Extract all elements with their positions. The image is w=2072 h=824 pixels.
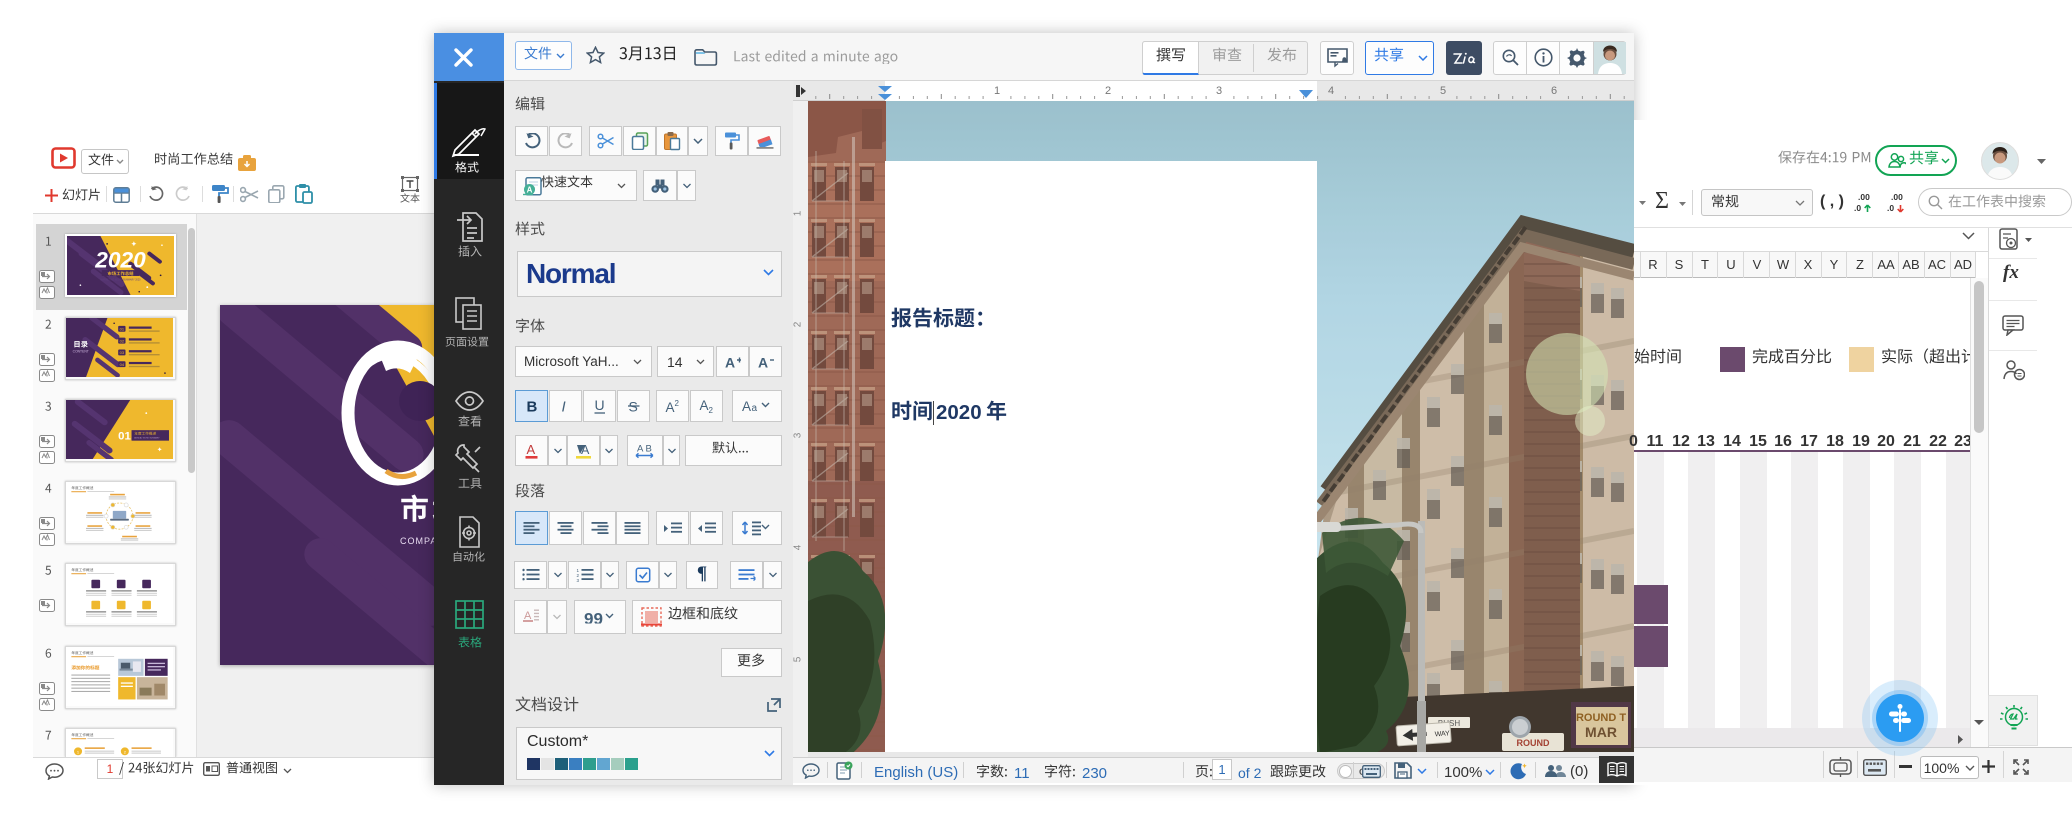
svg-text:2: 2	[674, 399, 679, 408]
svg-text:A: A	[526, 443, 535, 457]
svg-text:01: 01	[118, 430, 131, 442]
svg-text:*: *	[46, 374, 49, 381]
svg-text:CONTENT: CONTENT	[73, 350, 89, 354]
svg-text:02: 02	[120, 338, 124, 343]
svg-text:MARKETING WORK SUMMARY 2020: MARKETING WORK SUMMARY 2020	[101, 279, 142, 282]
svg-text:2020: 2020	[94, 248, 146, 273]
svg-text:I: I	[561, 399, 565, 414]
svg-text:3: 3	[576, 578, 579, 582]
svg-text:B: B	[526, 399, 537, 414]
svg-text:.00: .00	[1858, 192, 1870, 202]
svg-text:a: a	[752, 403, 758, 413]
svg-text:A: A	[758, 355, 768, 368]
svg-text:*: *	[46, 538, 49, 545]
svg-text:*: *	[46, 703, 49, 710]
svg-text:*: *	[46, 291, 49, 298]
svg-text:U: U	[594, 398, 604, 413]
svg-text:.0: .0	[1887, 203, 1894, 213]
svg-text:A: A	[527, 186, 533, 195]
svg-text:2: 2	[124, 749, 126, 754]
svg-text:ANNUAL WORK SUMMARY: ANNUAL WORK SUMMARY	[134, 437, 160, 440]
svg-text:99: 99	[584, 611, 603, 624]
svg-text:A B: A B	[637, 443, 652, 454]
svg-text:*: *	[46, 456, 49, 463]
svg-text:.0: .0	[1854, 203, 1861, 213]
svg-text:A: A	[725, 355, 735, 368]
svg-text:.00: .00	[1891, 192, 1903, 202]
svg-text:A: A	[699, 399, 708, 413]
svg-text:A: A	[581, 443, 590, 457]
svg-text:2: 2	[708, 406, 713, 413]
svg-text:A: A	[742, 399, 751, 413]
svg-text:A: A	[665, 400, 674, 413]
